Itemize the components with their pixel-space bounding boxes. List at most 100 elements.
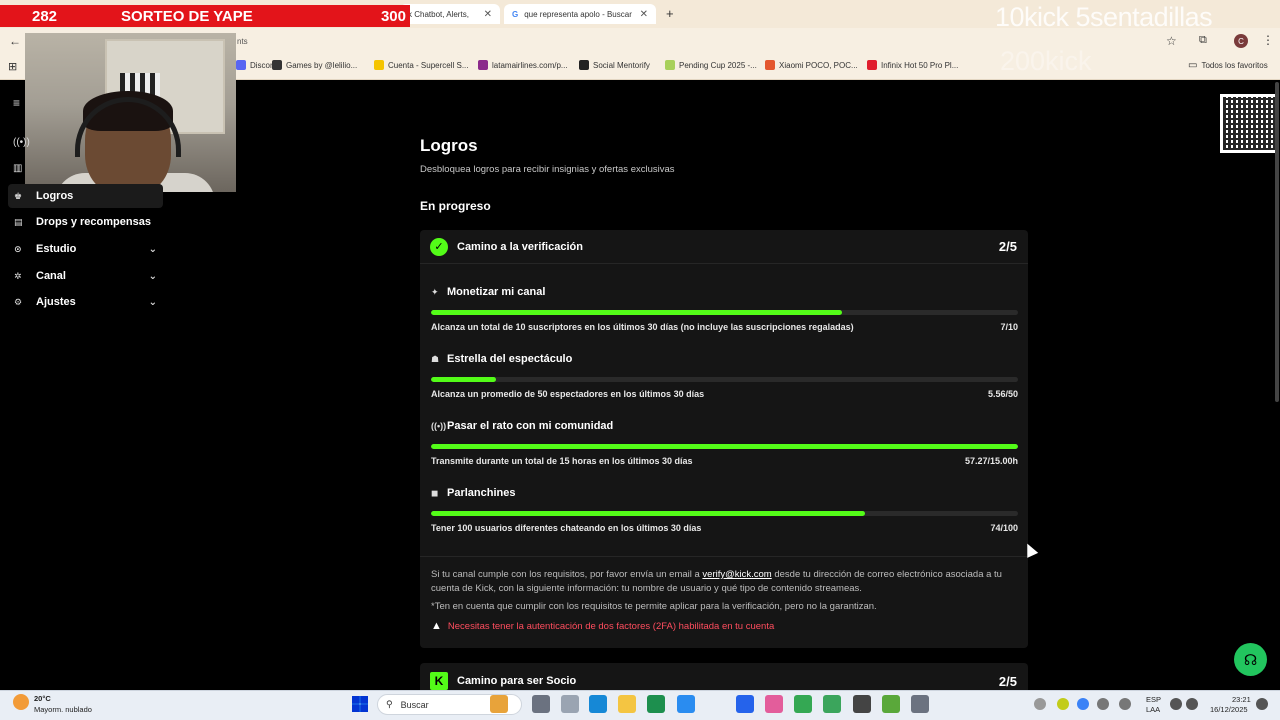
task-view-icon[interactable] — [532, 695, 550, 713]
obs-icon[interactable] — [853, 695, 871, 713]
apps-grid-icon[interactable]: ⊞ — [8, 60, 17, 73]
bookmark-item[interactable]: Discord — [236, 60, 277, 70]
goal-header: ((•)) Pasar el rato con mi comunidad — [431, 420, 1018, 432]
sidebar-item-estudio[interactable]: ⊙ Estudio ⌄ — [8, 237, 163, 261]
bookmark-item[interactable]: Social Mentorify — [579, 60, 650, 70]
weather-icon[interactable] — [13, 694, 29, 710]
file-icon[interactable] — [561, 695, 579, 713]
warning-icon: ▲ — [431, 620, 442, 632]
qr-code-overlay — [1220, 94, 1278, 153]
bookmark-label: Infinix Hot 50 Pro Pl... — [881, 60, 959, 70]
goal-header: ☗ Estrella del espectáculo — [431, 353, 1018, 365]
achievement-title: Camino a la verificación — [457, 240, 583, 253]
wifi-icon[interactable] — [1170, 698, 1182, 710]
sidebar-item-canal[interactable]: ✲ Canal ⌄ — [8, 264, 163, 288]
sidebar-item-ajustes[interactable]: ⚙ Ajustes ⌄ — [8, 290, 163, 314]
language-indicator[interactable]: ESP — [1146, 695, 1161, 704]
live-icon[interactable]: ((•)) — [13, 137, 30, 148]
studio-icon: ⊙ — [14, 243, 22, 254]
sidebar-item-drops[interactable]: ▤ Drops y recompensas — [8, 210, 163, 234]
all-bookmarks-label: Todos los favoritos — [1201, 61, 1268, 70]
sidebar-item-label: Ajustes — [36, 296, 76, 308]
bookmark-favicon-icon — [374, 60, 384, 70]
bookmark-item[interactable]: latamairlines.com/p... — [478, 60, 568, 70]
excel-icon[interactable] — [647, 695, 665, 713]
chrome-profile-icon[interactable] — [823, 695, 841, 713]
banner-count: 282 — [32, 7, 58, 25]
sidebar-item-label: Logros — [36, 190, 74, 202]
back-icon[interactable]: ← — [9, 34, 21, 48]
goal-value: 74/100 — [990, 523, 1018, 533]
widgets-icon[interactable] — [490, 695, 508, 713]
close-icon[interactable]: ✕ — [640, 9, 648, 20]
close-icon[interactable]: ✕ — [484, 9, 492, 20]
stream-overlay-text-2: 200kick — [1000, 46, 1092, 76]
mic-icon[interactable] — [1119, 698, 1131, 710]
tab-label: que representa apolo - Buscar — [524, 9, 632, 19]
goal-details: Alcanza un promedio de 50 espectadores e… — [431, 389, 1018, 399]
goal-header: ◼ Parlanchines — [431, 487, 1018, 499]
tray-icon[interactable] — [1097, 698, 1109, 710]
outlook-icon[interactable] — [736, 695, 754, 713]
verify-email-link[interactable]: verify@kick.com — [702, 569, 771, 580]
notifications-icon[interactable] — [1256, 698, 1268, 710]
profile-avatar[interactable]: C — [1234, 34, 1248, 48]
sidebar-item-logros[interactable]: ♚ Logros — [8, 184, 163, 208]
bookmark-favicon-icon — [236, 60, 246, 70]
page-subtitle: Desbloquea logros para recibir insignias… — [420, 164, 675, 175]
bookmark-label: Social Mentorify — [593, 60, 650, 70]
goal-progress-fill — [431, 377, 497, 382]
goal-header: ✦ Monetizar mi canal — [431, 286, 1018, 298]
chrome-icon[interactable] — [794, 695, 812, 713]
achievement-progress: 2/5 — [998, 674, 1017, 689]
windows-start-icon[interactable] — [352, 696, 368, 712]
chevron-down-icon: ⌄ — [148, 243, 157, 255]
note-text: Si tu canal cumple con los requisitos, p… — [431, 569, 703, 580]
dashboard-icon[interactable]: ▥ — [13, 163, 22, 174]
clock-time[interactable]: 23:21 — [1232, 695, 1251, 704]
tray-app-icon[interactable] — [1057, 698, 1069, 710]
goal-item: ((•)) Pasar el rato con mi comunidad Trans… — [431, 420, 1018, 466]
verification-note: Si tu canal cumple con los requisitos, p… — [431, 568, 1021, 596]
page-scrollbar[interactable] — [1275, 82, 1279, 402]
bookmark-favicon-icon — [765, 60, 775, 70]
banner-right: 300 — [380, 7, 406, 25]
achievement-card-header[interactable]: ✓ Camino a la verificación 2/5 — [420, 230, 1028, 264]
hamburger-icon[interactable]: ≡ — [13, 96, 20, 110]
verification-disclaimer: *Ten en cuenta que cumplir con los requi… — [431, 601, 877, 612]
store-icon[interactable] — [677, 695, 695, 713]
app-icon[interactable] — [882, 695, 900, 713]
kick-logo-icon: K — [430, 672, 448, 690]
folder-icon[interactable] — [618, 695, 636, 713]
onedrive-icon[interactable] — [1077, 698, 1089, 710]
browser-tab[interactable]: G que representa apolo - Buscar ✕ — [504, 4, 656, 24]
bookmark-item[interactable]: Cuenta - Supercell S... — [374, 60, 468, 70]
edge-icon[interactable] — [589, 695, 607, 713]
google-icon: G — [512, 9, 519, 19]
chevron-down-icon: ⌄ — [148, 270, 157, 282]
goal-title: Parlanchines — [447, 487, 516, 499]
volume-icon[interactable] — [1186, 698, 1198, 710]
all-bookmarks[interactable]: ▭ Todos los favoritos — [1188, 60, 1268, 71]
partner-achievement-card[interactable]: K Camino para ser Socio 2/5 — [420, 663, 1028, 693]
browser-tab[interactable]: k Chatbot, Alerts, ✕ — [400, 4, 500, 24]
photos-icon[interactable] — [765, 695, 783, 713]
goal-value: 7/10 — [1000, 322, 1018, 332]
search-icon: ⚲ — [386, 699, 393, 709]
tray-chevron-icon[interactable] — [1034, 698, 1046, 710]
bookmark-item[interactable]: Games by @lelilio... — [272, 60, 357, 70]
star-icon[interactable]: ☆ — [1166, 34, 1177, 48]
address-bar[interactable]: nts — [237, 37, 248, 46]
menu-icon[interactable]: ⋮ — [1262, 33, 1274, 47]
bookmark-favicon-icon — [867, 60, 877, 70]
goal-progress-fill — [431, 310, 842, 315]
support-chat-button[interactable]: ☊ — [1234, 643, 1267, 676]
extensions-icon[interactable]: ⧉ — [1199, 34, 1207, 47]
goal-description: Alcanza un total de 10 suscriptores en l… — [431, 322, 854, 332]
bookmark-favicon-icon — [665, 60, 675, 70]
settings-icon[interactable] — [911, 695, 929, 713]
new-tab-button[interactable]: + — [666, 6, 674, 21]
bookmark-item[interactable]: Xiaomi POCO, POC... — [765, 60, 858, 70]
bookmark-item[interactable]: Pending Cup 2025 -... — [665, 60, 757, 70]
bookmark-item[interactable]: Infinix Hot 50 Pro Pl... — [867, 60, 958, 70]
